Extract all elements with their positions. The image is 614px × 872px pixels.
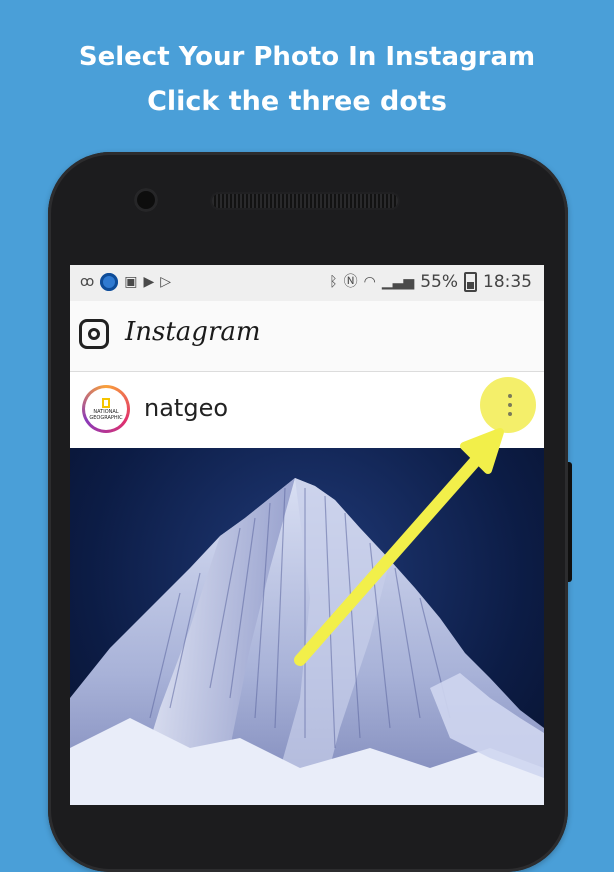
headline-instruction: Click the three dots	[147, 86, 447, 117]
instagram-app-bar: Instagram	[70, 301, 544, 372]
signal-icon: ▁▃▅	[381, 274, 415, 290]
nfc-icon: Ⓝ	[343, 274, 358, 290]
post-photo[interactable]	[70, 448, 544, 805]
headline-title: Select Your Photo In Instagram	[78, 42, 536, 72]
natgeo-logo-icon	[102, 397, 110, 408]
mountain-photo-illustration	[70, 478, 544, 805]
camera-icon[interactable]	[79, 319, 109, 349]
clock-time: 18:35	[483, 272, 532, 292]
avatar[interactable]: NATIONAL GEOGRAPHIC	[82, 385, 130, 433]
battery-percent: 55%	[420, 272, 458, 292]
bluetooth-icon: ᛒ	[329, 274, 338, 290]
play-icon: ▷	[160, 274, 172, 290]
three-dots-vertical-icon[interactable]	[508, 394, 512, 416]
facebook-icon	[100, 273, 119, 291]
image-icon: ▣	[124, 274, 138, 290]
post-username[interactable]: natgeo	[144, 394, 228, 422]
battery-icon	[464, 272, 477, 292]
post-header: NATIONAL GEOGRAPHIC natgeo	[70, 372, 544, 448]
instagram-logo: Instagram	[125, 317, 261, 347]
phone-screen: ꝏ ▣ ▶ ▷ ᛒ Ⓝ ◠ ▁▃▅ 55% 18:35 Instagram NA…	[70, 265, 544, 805]
earpiece-speaker	[210, 192, 400, 210]
wifi-icon: ◠	[363, 274, 376, 290]
play-store-icon: ▶	[143, 274, 155, 290]
avatar-logo-text: NATIONAL GEOGRAPHIC	[89, 408, 123, 421]
front-camera	[134, 188, 158, 212]
voicemail-icon: ꝏ	[80, 274, 95, 290]
status-bar: ꝏ ▣ ▶ ▷ ᛒ Ⓝ ◠ ▁▃▅ 55% 18:35	[70, 265, 544, 301]
